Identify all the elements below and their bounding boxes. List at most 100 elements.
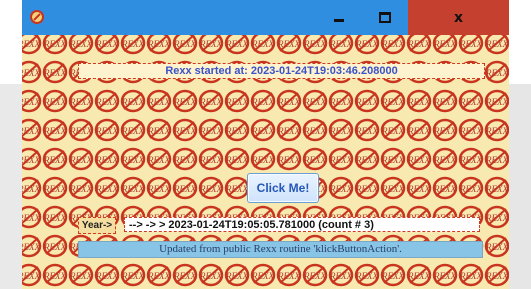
svg-text:REXX: REXX xyxy=(95,97,118,107)
svg-text:REXX: REXX xyxy=(277,271,300,281)
svg-text:REXX: REXX xyxy=(251,126,274,136)
rexx-logo-tile: REXX xyxy=(146,118,172,142)
svg-text:REXX: REXX xyxy=(381,97,404,107)
svg-text:REXX: REXX xyxy=(381,39,404,49)
rexx-logo-tile: REXX xyxy=(484,118,509,142)
rexx-logo-tile: REXX xyxy=(94,118,120,142)
svg-text:REXX: REXX xyxy=(381,184,404,194)
svg-text:REXX: REXX xyxy=(355,97,378,107)
rexx-logo-tile: REXX xyxy=(224,35,250,55)
svg-text:REXX: REXX xyxy=(329,155,352,165)
svg-text:REXX: REXX xyxy=(355,271,378,281)
rexx-logo-tile: REXX xyxy=(276,147,302,171)
rexx-logo-tile: REXX xyxy=(432,89,458,113)
minimize-icon xyxy=(334,19,344,22)
svg-text:REXX: REXX xyxy=(251,271,274,281)
rexx-logo-tile: REXX xyxy=(22,205,42,229)
svg-text:REXX: REXX xyxy=(355,184,378,194)
rexx-logo-tile: REXX xyxy=(302,118,328,142)
svg-text:REXX: REXX xyxy=(329,184,352,194)
svg-text:REXX: REXX xyxy=(147,184,170,194)
svg-text:REXX: REXX xyxy=(459,39,482,49)
rexx-logo-tile: REXX xyxy=(94,35,120,55)
svg-text:REXX: REXX xyxy=(277,97,300,107)
svg-text:REXX: REXX xyxy=(459,184,482,194)
rexx-logo-tile: REXX xyxy=(42,263,68,287)
svg-text:REXX: REXX xyxy=(329,271,352,281)
svg-text:REXX: REXX xyxy=(147,39,170,49)
svg-text:REXX: REXX xyxy=(95,39,118,49)
rexx-logo-tile: REXX xyxy=(380,118,406,142)
rexx-logo-tile: REXX xyxy=(68,35,94,55)
click-me-button[interactable]: Click Me! xyxy=(247,173,319,203)
rexx-logo-tile: REXX xyxy=(42,147,68,171)
rexx-logo-tile: REXX xyxy=(198,263,224,287)
rexx-logo-tile: REXX xyxy=(484,176,509,200)
svg-text:REXX: REXX xyxy=(303,126,326,136)
rexx-logo-tile: REXX xyxy=(172,89,198,113)
rexx-logo-tile: REXX xyxy=(22,118,42,142)
close-button[interactable]: x xyxy=(408,0,509,35)
svg-text:REXX: REXX xyxy=(69,126,92,136)
svg-text:REXX: REXX xyxy=(43,184,66,194)
rexx-logo-tile: REXX xyxy=(22,263,42,287)
svg-text:REXX: REXX xyxy=(381,155,404,165)
svg-text:REXX: REXX xyxy=(22,213,40,223)
rexx-logo-tile: REXX xyxy=(22,60,42,84)
svg-text:REXX: REXX xyxy=(407,271,430,281)
svg-text:REXX: REXX xyxy=(485,271,508,281)
year-field[interactable]: --> -> > 2023-01-24T19:05:05.781000 (cou… xyxy=(124,217,480,232)
svg-text:REXX: REXX xyxy=(173,184,196,194)
rexx-logo-tile: REXX xyxy=(146,35,172,55)
rexx-logo-tile: REXX xyxy=(94,176,120,200)
svg-text:REXX: REXX xyxy=(433,155,456,165)
rexx-logo-tile: REXX xyxy=(354,147,380,171)
rexx-logo-tile: REXX xyxy=(406,118,432,142)
svg-text:REXX: REXX xyxy=(43,126,66,136)
svg-text:REXX: REXX xyxy=(251,97,274,107)
svg-text:REXX: REXX xyxy=(199,97,222,107)
svg-text:REXX: REXX xyxy=(69,39,92,49)
rexx-logo-tile: REXX xyxy=(146,147,172,171)
title-bar[interactable]: x xyxy=(22,0,509,35)
svg-text:REXX: REXX xyxy=(433,184,456,194)
rexx-logo-tile: REXX xyxy=(120,176,146,200)
svg-text:REXX: REXX xyxy=(459,126,482,136)
rexx-logo-tile: REXX xyxy=(120,147,146,171)
svg-text:REXX: REXX xyxy=(69,155,92,165)
svg-text:REXX: REXX xyxy=(225,271,248,281)
rexx-logo-tile: REXX xyxy=(224,89,250,113)
svg-text:REXX: REXX xyxy=(173,126,196,136)
rexx-logo-tile: REXX xyxy=(198,118,224,142)
maximize-button[interactable] xyxy=(362,0,408,35)
rexx-logo-tile: REXX xyxy=(172,118,198,142)
svg-text:REXX: REXX xyxy=(433,271,456,281)
rexx-logo-tile: REXX xyxy=(406,89,432,113)
svg-text:REXX: REXX xyxy=(277,39,300,49)
rexx-logo-tile: REXX xyxy=(484,234,509,258)
svg-text:REXX: REXX xyxy=(381,126,404,136)
rexx-logo-tile: REXX xyxy=(302,147,328,171)
rexx-logo-tile: REXX xyxy=(484,35,509,55)
minimize-button[interactable] xyxy=(316,0,362,35)
rexx-logo-tile: REXX xyxy=(458,147,484,171)
rexx-logo-tile: REXX xyxy=(42,205,68,229)
svg-text:REXX: REXX xyxy=(43,213,66,223)
rexx-logo-tile: REXX xyxy=(146,263,172,287)
rexx-logo-tile: REXX xyxy=(354,89,380,113)
rexx-logo-tile: REXX xyxy=(276,263,302,287)
svg-text:REXX: REXX xyxy=(121,39,144,49)
svg-text:REXX: REXX xyxy=(485,155,508,165)
svg-text:REXX: REXX xyxy=(381,271,404,281)
svg-text:REXX: REXX xyxy=(407,126,430,136)
rexx-logo-tile: REXX xyxy=(276,118,302,142)
svg-text:REXX: REXX xyxy=(407,39,430,49)
rexx-logo-tile: REXX xyxy=(68,176,94,200)
right-margin-gray xyxy=(509,84,531,289)
svg-text:REXX: REXX xyxy=(199,155,222,165)
rexx-logo-tile: REXX xyxy=(458,35,484,55)
rexx-logo-tile: REXX xyxy=(42,234,68,258)
svg-text:REXX: REXX xyxy=(433,97,456,107)
rexx-logo-tile: REXX xyxy=(276,89,302,113)
rexx-logo-tile: REXX xyxy=(354,263,380,287)
